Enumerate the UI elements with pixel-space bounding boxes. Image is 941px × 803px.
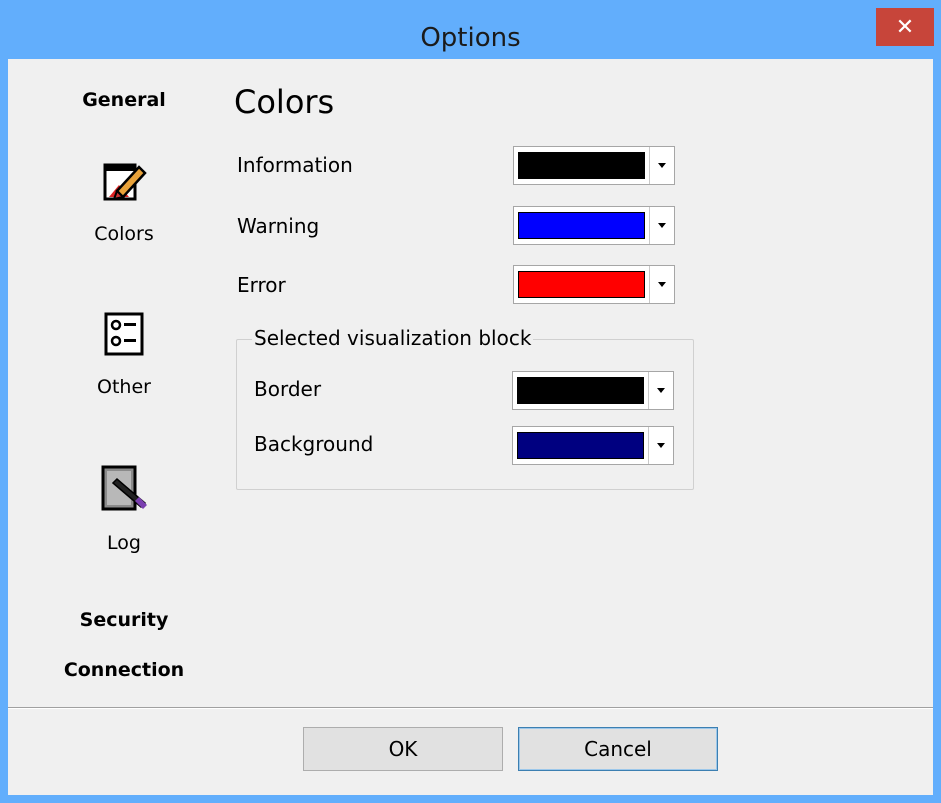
- palette-icon: [103, 163, 147, 201]
- warning-color-label: Warning: [237, 214, 320, 238]
- color-swatch: [517, 377, 644, 404]
- sidebar-item-label: Other: [97, 376, 151, 398]
- sidebar-item-other[interactable]: Other: [8, 309, 240, 399]
- warning-color-picker[interactable]: [513, 206, 675, 245]
- page-title: Colors: [234, 83, 335, 121]
- sidebar-item-label: Log: [107, 532, 141, 554]
- color-swatch: [518, 271, 645, 298]
- error-color-label: Error: [237, 273, 286, 297]
- log-book-icon: [101, 465, 147, 511]
- sidebar-item-label: Colors: [94, 223, 154, 245]
- sidebar-item-colors[interactable]: Colors: [8, 157, 240, 247]
- category-general[interactable]: General: [8, 89, 240, 111]
- error-color-picker[interactable]: [513, 265, 675, 304]
- color-swatch: [518, 152, 645, 179]
- information-color-label: Information: [237, 153, 353, 177]
- background-color-label: Background: [254, 432, 374, 456]
- dialog-body: General Colors Other Log Security Connec…: [8, 59, 933, 795]
- footer-divider: [8, 707, 933, 709]
- group-label: Selected visualization block: [252, 326, 534, 350]
- category-security[interactable]: Security: [8, 609, 240, 631]
- options-sidebar: General Colors Other Log Security Connec…: [8, 59, 240, 699]
- chevron-down-icon[interactable]: [649, 266, 674, 303]
- selected-block-group: [236, 339, 694, 490]
- color-swatch: [517, 432, 644, 459]
- cancel-button[interactable]: Cancel: [518, 727, 718, 771]
- close-button[interactable]: ✕: [876, 8, 934, 46]
- border-color-label: Border: [254, 377, 322, 401]
- chevron-down-icon[interactable]: [648, 372, 673, 409]
- sidebar-item-log[interactable]: Log: [8, 463, 240, 555]
- background-color-picker[interactable]: [512, 426, 674, 465]
- close-icon: ✕: [895, 14, 915, 40]
- list-options-icon: [104, 312, 144, 356]
- information-color-picker[interactable]: [513, 146, 675, 185]
- category-connection[interactable]: Connection: [8, 659, 240, 681]
- window-title: Options: [420, 23, 521, 53]
- options-dialog: Options ✕ General Colors Other Log Secur…: [0, 0, 941, 803]
- chevron-down-icon[interactable]: [649, 147, 674, 184]
- ok-button[interactable]: OK: [303, 727, 503, 771]
- chevron-down-icon[interactable]: [649, 207, 674, 244]
- border-color-picker[interactable]: [512, 371, 674, 410]
- color-swatch: [518, 212, 645, 239]
- chevron-down-icon[interactable]: [648, 427, 673, 464]
